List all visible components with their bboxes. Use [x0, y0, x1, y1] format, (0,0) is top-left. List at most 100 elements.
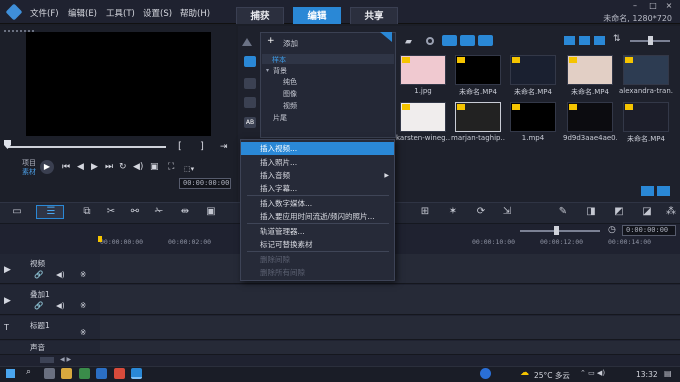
- record-icon[interactable]: [426, 37, 434, 45]
- app-icon[interactable]: [96, 368, 107, 379]
- overlay-track-lane[interactable]: [100, 285, 680, 315]
- list-view-icon[interactable]: [564, 36, 575, 45]
- library-thumbnail[interactable]: [455, 102, 501, 132]
- library-thumbnail[interactable]: [510, 55, 556, 85]
- library-thumbnail[interactable]: [510, 102, 556, 132]
- menu-item[interactable]: 插入视频...: [241, 142, 394, 155]
- track-icon[interactable]: ⟳: [474, 206, 488, 218]
- search-icon[interactable]: ⌕: [26, 367, 31, 377]
- split-icon[interactable]: ⇥: [220, 142, 228, 152]
- video-editor-taskbar-icon[interactable]: [131, 368, 142, 379]
- menu-item[interactable]: 插入音频 ▶: [241, 169, 394, 182]
- browser-taskbar-icon[interactable]: [480, 368, 491, 379]
- link-icon[interactable]: 🔗: [34, 301, 43, 310]
- chrome-icon[interactable]: [79, 368, 90, 379]
- task-view-icon[interactable]: [44, 368, 55, 379]
- filter-photo-icon[interactable]: [460, 35, 475, 46]
- menu-item[interactable]: 插入字幕...: [241, 182, 394, 195]
- library-import-icon[interactable]: [657, 186, 670, 196]
- ripple-icon[interactable]: ※: [80, 301, 86, 310]
- library-option-icon[interactable]: [641, 186, 654, 196]
- export-icon[interactable]: ⬚▾: [184, 164, 194, 174]
- video-track-header[interactable]: [0, 254, 100, 284]
- library-thumbnail[interactable]: [400, 102, 446, 132]
- edit-video-icon[interactable]: ✎: [556, 206, 570, 218]
- motion-icon[interactable]: ✶: [446, 206, 460, 218]
- track-mute-icon[interactable]: ◀): [56, 270, 65, 279]
- grid-view-icon[interactable]: [579, 36, 590, 45]
- tree-item-color[interactable]: 纯色: [283, 77, 297, 87]
- maximize-icon[interactable]: □: [648, 2, 658, 10]
- volume-icon[interactable]: ◀): [133, 162, 143, 172]
- tab-share[interactable]: 共享: [350, 7, 398, 24]
- tree-expand-icon[interactable]: ▾: [266, 67, 269, 74]
- library-thumbnail[interactable]: [400, 55, 446, 85]
- playhead[interactable]: [98, 236, 102, 242]
- tree-item-background[interactable]: 背景: [273, 66, 287, 76]
- minimize-icon[interactable]: –: [630, 2, 640, 10]
- menu-item[interactable]: 标记可替换素材: [241, 238, 394, 251]
- overlay-track-header[interactable]: [0, 285, 100, 315]
- home-icon[interactable]: ⏮: [62, 162, 70, 172]
- menu-help[interactable]: 帮助(H): [180, 7, 210, 19]
- menu-settings[interactable]: 设置(S): [143, 7, 172, 19]
- tree-item-image[interactable]: 图像: [283, 89, 297, 99]
- preview-screen[interactable]: [26, 32, 211, 136]
- enlarge-icon[interactable]: ⛶: [168, 162, 174, 172]
- menu-tools[interactable]: 工具(T): [106, 7, 135, 19]
- copy-icon[interactable]: ⧉: [80, 206, 94, 218]
- scroll-arrows-icon[interactable]: ◀ ▶: [60, 356, 71, 363]
- voice-track-lane[interactable]: [100, 341, 680, 355]
- menu-item[interactable]: 插入要应用时间流逝/频闪的照片...: [241, 210, 394, 223]
- tree-item-video[interactable]: 视频: [283, 101, 297, 111]
- menu-item[interactable]: 插入照片...: [241, 156, 394, 169]
- transition-icon[interactable]: [244, 97, 256, 108]
- library-thumbnail[interactable]: [623, 102, 669, 132]
- tree-item-outro[interactable]: 片尾: [273, 113, 287, 123]
- add-folder-icon[interactable]: +: [267, 36, 275, 46]
- folder-icon[interactable]: ▰: [405, 37, 412, 47]
- instant-project-icon[interactable]: [244, 78, 256, 89]
- timeline-timecode[interactable]: 0:00:00:00: [622, 225, 676, 236]
- library-thumbnail[interactable]: [623, 55, 669, 85]
- stabilize-icon[interactable]: ◩: [612, 206, 626, 218]
- scene-icon[interactable]: ⇲: [500, 206, 514, 218]
- fit-icon[interactable]: ⇹: [178, 206, 192, 218]
- tab-edit[interactable]: 编辑: [293, 7, 341, 24]
- color-icon[interactable]: ◨: [584, 206, 598, 218]
- filter-video-icon[interactable]: [442, 35, 457, 46]
- add-folder-label[interactable]: 添加: [283, 38, 298, 49]
- ripple-icon[interactable]: ※: [80, 270, 86, 279]
- filter-audio-icon[interactable]: [478, 35, 493, 46]
- hd-preview-icon[interactable]: ▣: [150, 162, 159, 172]
- menu-item[interactable]: 插入数字媒体...: [241, 197, 394, 210]
- app-icon[interactable]: [114, 368, 125, 379]
- media-library-icon[interactable]: [244, 56, 256, 67]
- tab-capture[interactable]: 捕获: [236, 7, 284, 24]
- zoom-slider[interactable]: [520, 230, 600, 232]
- voice-track-header[interactable]: [0, 341, 100, 355]
- mark-out-button[interactable]: ]: [200, 142, 204, 152]
- zoom-handle[interactable]: [554, 226, 559, 235]
- clip-mode-label[interactable]: 素材: [22, 167, 36, 177]
- play-button[interactable]: ▶: [40, 160, 54, 174]
- large-view-icon[interactable]: [594, 36, 605, 45]
- multicam-icon[interactable]: ⊞: [418, 206, 432, 218]
- menu-file[interactable]: 文件(F): [30, 7, 59, 19]
- mark-in-button[interactable]: [: [178, 142, 182, 152]
- scroll-tab[interactable]: [40, 357, 54, 363]
- storyboard-view-icon[interactable]: ▭: [10, 206, 24, 218]
- end-icon[interactable]: ⏭: [105, 162, 113, 172]
- ripple-icon[interactable]: ※: [80, 328, 86, 337]
- menu-item[interactable]: 轨道管理器...: [241, 225, 394, 238]
- tools-icon[interactable]: ✂: [104, 206, 118, 218]
- prev-frame-icon[interactable]: ◀: [77, 162, 84, 172]
- menu-edit[interactable]: 编辑(E): [68, 7, 97, 19]
- file-explorer-icon[interactable]: [61, 368, 72, 379]
- track-mute-icon[interactable]: ◀): [56, 301, 65, 310]
- link-icon[interactable]: 🔗: [34, 270, 43, 279]
- crop-icon[interactable]: ▣: [204, 206, 218, 218]
- title-track-lane[interactable]: [100, 316, 680, 340]
- fade-icon[interactable]: ◪: [640, 206, 654, 218]
- cut-icon[interactable]: ✁: [152, 206, 166, 218]
